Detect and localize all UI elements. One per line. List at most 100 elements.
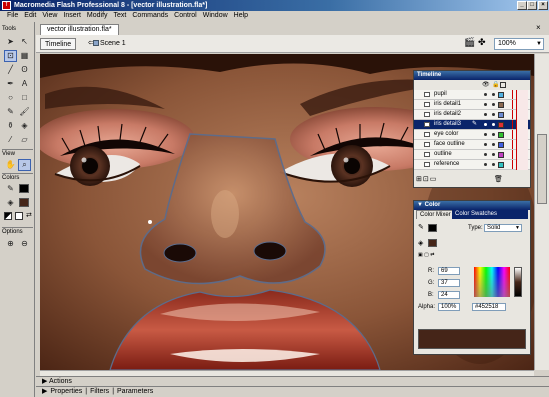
stroke-color-icon[interactable]: ✎ <box>4 183 17 195</box>
text-tool-icon[interactable]: A <box>18 78 31 90</box>
visibility-dot <box>484 133 487 136</box>
subselect-tool-icon[interactable]: ↖ <box>18 36 31 48</box>
swatch-tools[interactable]: ▣ ▢ ⇄ <box>418 252 446 258</box>
edit-scene-icon[interactable]: 🎬 <box>464 37 475 48</box>
layer-row[interactable]: pupil <box>414 90 530 100</box>
stroke-swatch[interactable] <box>428 224 437 232</box>
menu-text[interactable]: Text <box>111 11 130 21</box>
eyedropper-tool-icon[interactable]: ⁄ <box>4 134 17 146</box>
lock-icon[interactable]: 🔒 <box>492 81 499 88</box>
menu-window[interactable]: Window <box>200 11 231 21</box>
free-transform-tool-icon[interactable]: ⊡ <box>4 50 17 62</box>
pen-tool-icon[interactable]: ✒ <box>4 78 17 90</box>
zoom-select[interactable]: 100% ▼ <box>494 38 544 50</box>
menu-edit[interactable]: Edit <box>21 11 39 21</box>
default-colors-icon[interactable] <box>4 212 12 220</box>
lasso-tool-icon[interactable]: ʘ <box>18 64 31 76</box>
menu-commands[interactable]: Commands <box>129 11 171 21</box>
layer-row[interactable]: reference <box>414 160 530 170</box>
menu-modify[interactable]: Modify <box>84 11 111 21</box>
layer-row[interactable]: outline <box>414 150 530 160</box>
layer-name: reference <box>434 161 460 167</box>
layer-color-swatch <box>498 152 504 158</box>
document-close-icon[interactable]: × <box>536 23 541 32</box>
close-icon[interactable]: × <box>538 1 548 10</box>
hand-tool-icon[interactable]: ✋ <box>4 159 17 171</box>
no-color-icon[interactable] <box>15 212 23 220</box>
fill-color-swatch[interactable] <box>19 198 29 207</box>
frame-track[interactable] <box>516 90 528 170</box>
add-guide-icon[interactable]: ⊡ <box>423 176 430 183</box>
fill-color-icon[interactable]: ◈ <box>4 197 17 209</box>
oval-tool-icon[interactable]: ○ <box>4 92 17 104</box>
vertical-scroll-thumb[interactable] <box>537 134 547 204</box>
brightness-slider[interactable] <box>514 267 522 297</box>
rectangle-tool-icon[interactable]: □ <box>18 92 31 104</box>
hex-input[interactable]: #452518 <box>472 303 506 311</box>
pencil-icon: ✎ <box>472 121 478 127</box>
green-input[interactable]: 37 <box>438 279 460 287</box>
arrow-tool-icon[interactable]: ➤ <box>4 36 17 48</box>
expand-arrow-icon: ▶ <box>42 388 48 395</box>
add-folder-icon[interactable]: ▭ <box>430 176 438 183</box>
fill-bucket-icon[interactable]: ◈ <box>418 239 423 247</box>
color-panel-title[interactable]: ▼ Color <box>414 201 530 210</box>
timeline-toggle-button[interactable]: Timeline <box>40 38 77 50</box>
document-tab[interactable]: vector illustration.fla* <box>40 24 119 35</box>
layer-row-selected[interactable]: iris detail3 ✎ <box>414 120 530 130</box>
layer-row[interactable]: iris detail1 <box>414 100 530 110</box>
layer-icon <box>424 102 430 107</box>
fill-swatch[interactable] <box>428 239 437 247</box>
timeline-panel-title[interactable]: Timeline <box>414 71 530 80</box>
minimize-icon[interactable]: _ <box>517 1 527 10</box>
tab-parameters[interactable]: Parameters <box>117 387 153 397</box>
maximize-icon[interactable]: □ <box>527 1 537 10</box>
zoom-in-icon[interactable]: ⊕ <box>4 238 17 250</box>
menu-control[interactable]: Control <box>171 11 200 21</box>
layer-row[interactable]: iris detail2 <box>414 110 530 120</box>
alpha-label: Alpha: <box>418 304 436 310</box>
eraser-tool-icon[interactable]: ▱ <box>18 134 31 146</box>
tools-divider <box>2 173 33 174</box>
pencil-tool-icon[interactable]: ✎ <box>4 106 17 118</box>
ink-bottle-tool-icon[interactable]: ⚱ <box>4 120 17 132</box>
chevron-down-icon: ▼ <box>536 41 542 47</box>
stroke-pencil-icon[interactable]: ✎ <box>418 223 424 231</box>
line-tool-icon[interactable]: ╱ <box>4 64 17 76</box>
tab-color-mixer[interactable]: Color Mixer <box>416 210 455 219</box>
menu-help[interactable]: Help <box>231 11 251 21</box>
delete-layer-icon[interactable]: 🗑 <box>494 175 503 183</box>
layer-color-swatch <box>498 102 504 108</box>
layer-icon <box>424 132 430 137</box>
vertical-scrollbar[interactable] <box>534 54 549 370</box>
outline-toggle-icon[interactable] <box>500 82 506 88</box>
tab-filters[interactable]: Filters <box>90 387 109 397</box>
swap-colors-icon[interactable]: ⇄ <box>26 212 34 220</box>
lock-dot <box>492 103 495 106</box>
menu-file[interactable]: File <box>4 11 21 21</box>
menu-insert[interactable]: Insert <box>60 11 84 21</box>
stroke-color-swatch[interactable] <box>19 184 29 193</box>
zoom-tool-icon[interactable]: ⌕ <box>18 159 31 171</box>
actions-panel-bar[interactable]: ▶ Actions <box>36 376 549 386</box>
layer-row[interactable]: eye color <box>414 130 530 140</box>
add-layer-icon[interactable]: ⊞ <box>416 176 423 183</box>
menu-view[interactable]: View <box>39 11 60 21</box>
paint-bucket-tool-icon[interactable]: ◈ <box>18 120 31 132</box>
collapse-arrow-icon: ▼ <box>417 202 425 208</box>
layer-row[interactable]: face outline <box>414 140 530 150</box>
eye-icon[interactable]: 👁 <box>482 81 490 88</box>
red-input[interactable]: 69 <box>438 267 460 275</box>
blue-input[interactable]: 24 <box>438 291 460 299</box>
zoom-out-icon[interactable]: ⊖ <box>18 238 31 250</box>
alpha-input[interactable]: 100% <box>438 303 460 311</box>
tab-color-swatches[interactable]: Color Swatches <box>452 210 528 219</box>
tab-properties[interactable]: Properties <box>50 387 82 397</box>
brush-tool-icon[interactable]: 🖌 <box>18 106 31 118</box>
type-select[interactable]: Solid ▼ <box>484 224 522 232</box>
color-spectrum[interactable] <box>474 267 510 297</box>
scene-label[interactable]: Scene 1 <box>100 38 126 50</box>
layer-tools[interactable]: ⊞⊡▭ <box>416 175 437 183</box>
gradient-transform-tool-icon[interactable]: ▦ <box>18 50 31 62</box>
edit-symbol-icon[interactable]: ✤ <box>478 37 486 48</box>
